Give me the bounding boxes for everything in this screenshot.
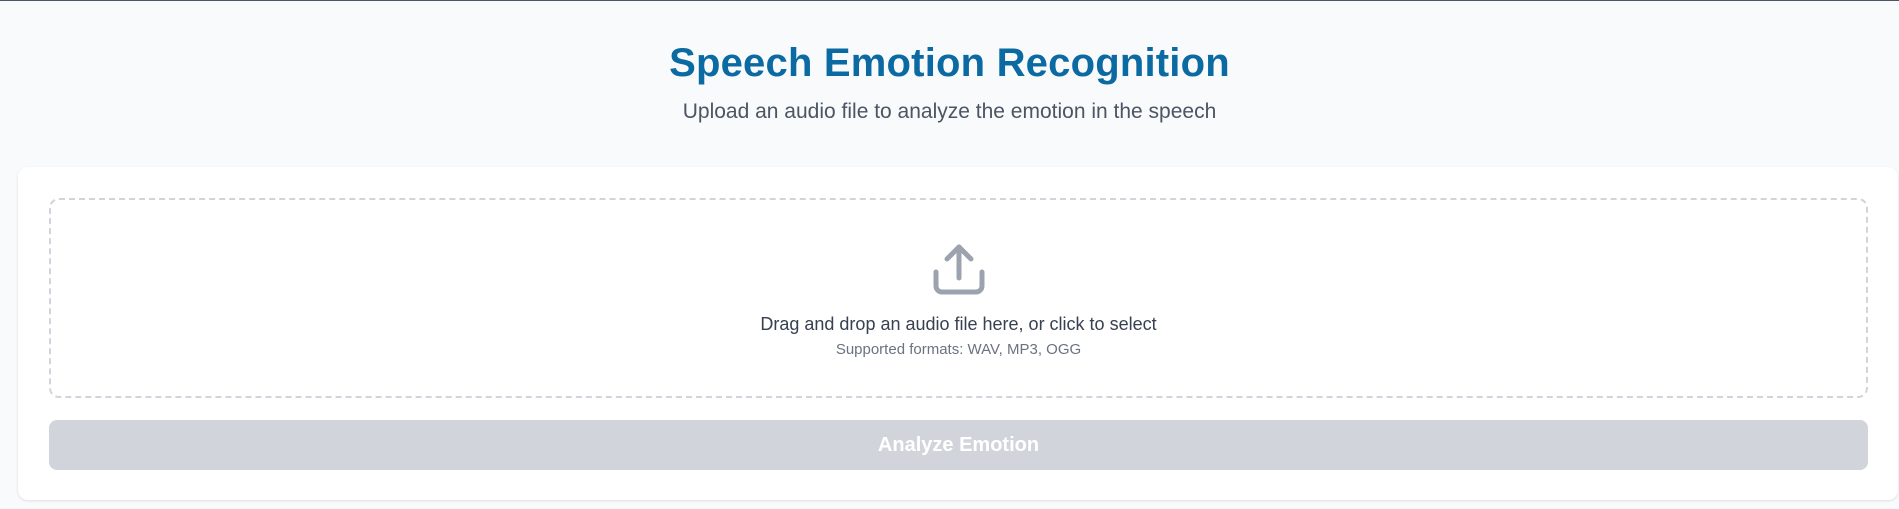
analyze-emotion-button[interactable]: Analyze Emotion (49, 420, 1868, 470)
dropzone-prompt: Drag and drop an audio file here, or cli… (760, 314, 1157, 334)
upload-card: Drag and drop an audio file here, or cli… (18, 167, 1898, 500)
page-subtitle: Upload an audio file to analyze the emot… (682, 100, 1217, 123)
supported-formats-text: Supported formats: WAV, MP3, OGG (835, 341, 1082, 358)
audio-dropzone[interactable]: Drag and drop an audio file here, or cli… (49, 198, 1868, 398)
upload-icon (932, 242, 986, 296)
page-title: Speech Emotion Recognition (669, 41, 1230, 85)
